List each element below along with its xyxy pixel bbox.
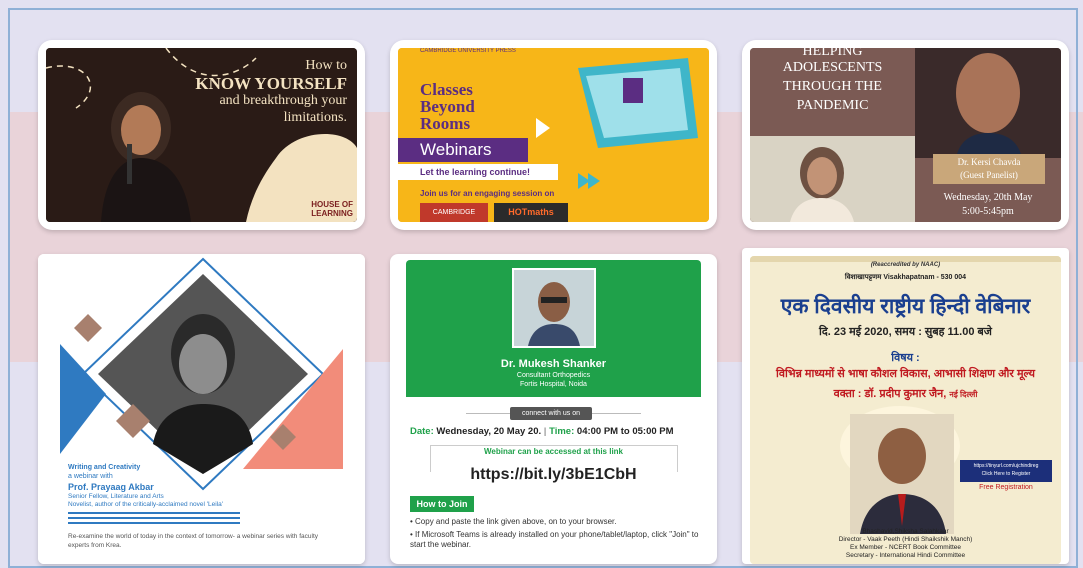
webinar-card-writing-creativity[interactable]: Writing and Creativity a webinar with Pr… bbox=[38, 254, 365, 564]
card3-time: 5:00-5:45pm bbox=[962, 206, 1014, 217]
join-step2: • If Microsoft Teams is already installe… bbox=[410, 530, 699, 549]
how-to-join-badge: How to Join bbox=[410, 496, 474, 512]
publisher-label: CAMBRIDGE UNIVERSITY PRESS bbox=[420, 48, 516, 54]
naac-text: (Reaccredited by NAAC) bbox=[870, 262, 941, 268]
card3-title-line3: THROUGH THE bbox=[783, 79, 882, 94]
card-image: Dr. Mukesh Shanker Consultant Orthopedic… bbox=[406, 260, 701, 564]
time-value: 04:00 PM to 05:00 PM bbox=[576, 426, 674, 437]
register-url: https://tinyurl.com/ujchindireg bbox=[973, 463, 1039, 469]
doctor-name: Dr. Mukesh Shanker bbox=[500, 358, 607, 370]
time-label: Time: bbox=[549, 426, 575, 437]
speaker-line: वक्ता : डॉ. प्रदीप कुमार जैन, नई दिल्ली bbox=[750, 386, 1061, 401]
topic-label: विषय : bbox=[891, 352, 920, 364]
speaker-city: नई दिल्ली bbox=[949, 390, 978, 399]
panelist-caption: Dr. Kersi Chavda (Guest Panelist) bbox=[933, 154, 1045, 184]
card-image: HELPING ADOLESCENTS THROUGH THE PANDEMIC… bbox=[750, 48, 1061, 222]
panelist-name: Dr. Kersi Chavda bbox=[957, 157, 1021, 167]
date-label: Date: bbox=[410, 426, 434, 437]
house-of-learning-logo: HOUSE OF LEARNING bbox=[311, 200, 353, 218]
card-image: Writing and Creativity a webinar with Pr… bbox=[38, 254, 365, 564]
footer3: Ex Member - NCERT Book Committee bbox=[849, 544, 961, 551]
hotmaths-logo: HOTmaths bbox=[494, 203, 568, 222]
card4-heading: Writing and Creativity bbox=[68, 464, 141, 471]
speaker-text: वक्ता : डॉ. प्रदीप कुमार जैन, bbox=[833, 388, 947, 400]
card2-title-line3: Rooms bbox=[420, 114, 471, 133]
date-row: Date: Wednesday, 20 May 20. | Time: 04:0… bbox=[410, 426, 674, 437]
doctor-hospital: Fortis Hospital, Noida bbox=[520, 381, 587, 388]
webinar-card-hindi-webinar[interactable]: (Reaccredited by NAAC) विशाखापट्टणम Visa… bbox=[742, 248, 1069, 564]
panelist-role: (Guest Panelist) bbox=[960, 170, 1018, 180]
webinar-card-helping-adolescents[interactable]: HELPING ADOLESCENTS THROUGH THE PANDEMIC… bbox=[742, 40, 1069, 230]
free-registration: Free Registration bbox=[979, 484, 1033, 491]
webinar-link[interactable]: https://bit.ly/3bE1CbH bbox=[406, 466, 701, 484]
join-step1: • Copy and paste the link given above, o… bbox=[410, 517, 617, 526]
card1-line4: limitations. bbox=[283, 110, 347, 125]
city-text: विशाखापट्टणम Visakhapatnam - 530 004 bbox=[844, 274, 967, 281]
card3-date: Wednesday, 20th May bbox=[943, 192, 1033, 203]
card3-title-line4: PANDEMIC bbox=[796, 98, 869, 113]
register-click: Click Here to Register bbox=[981, 471, 1031, 477]
footer4: Secretary - International Hindi Committe… bbox=[845, 552, 966, 559]
card4-role2: Novelist, author of the critically-accla… bbox=[68, 501, 223, 508]
register-box[interactable]: https://tinyurl.com/ujchindireg Click He… bbox=[960, 460, 1052, 482]
card1-line1: How to bbox=[305, 58, 347, 73]
card3-title-line2: ADOLESCENTS bbox=[782, 60, 883, 75]
webinars-banner: Webinars bbox=[398, 138, 528, 162]
cambridge-logo: CAMBRIDGE bbox=[420, 203, 488, 222]
access-text: Webinar can be accessed at this link bbox=[483, 447, 624, 456]
date-value: Wednesday, 20 May 20. bbox=[436, 426, 542, 437]
doctor-specialty: Consultant Orthopedics bbox=[516, 372, 591, 379]
doctor-photo bbox=[512, 268, 596, 348]
card-image: (Reaccredited by NAAC) विशाखापट्टणम Visa… bbox=[750, 256, 1061, 564]
card4-speaker: Prof. Prayaag Akbar bbox=[68, 482, 154, 492]
hindi-title: एक दिवसीय राष्ट्रीय हिन्दी वेबिनार bbox=[780, 295, 1031, 318]
card4-subheading: a webinar with bbox=[68, 473, 113, 480]
card-image: How to KNOW YOURSELF and breakthrough yo… bbox=[46, 48, 357, 222]
card4-role1: Senior Fellow, Literature and Arts bbox=[68, 493, 164, 500]
footer2: Director - Vaak Peeth (Hindi Shaikshik M… bbox=[838, 536, 973, 543]
card1-line2: KNOW YOURSELF bbox=[195, 74, 347, 93]
card-image: CAMBRIDGE UNIVERSITY PRESS Classes Beyon… bbox=[398, 48, 709, 222]
topic-text: विभिन्न माध्यमों से भाषा कौशल विकास, आभा… bbox=[776, 368, 1035, 380]
webinar-card-classes-beyond-rooms[interactable]: CAMBRIDGE UNIVERSITY PRESS Classes Beyon… bbox=[390, 40, 717, 230]
webinar-card-mukesh-shanker[interactable]: Dr. Mukesh Shanker Consultant Orthopedic… bbox=[390, 254, 717, 564]
card1-line3: and breakthrough your bbox=[219, 93, 347, 108]
card3-title-line1: HELPING bbox=[802, 48, 863, 59]
hindi-date-line: दि. 23 मई 2020, समय : सुबह 11.00 बजे bbox=[819, 326, 992, 338]
footer1: Bhashavid,Shiksha Salahkaar bbox=[862, 528, 949, 535]
learning-ribbon: Let the learning continue! bbox=[398, 164, 558, 180]
join-session-text: Join us for an engaging session on bbox=[420, 189, 555, 198]
connect-badge: connect with us on bbox=[510, 407, 592, 420]
webinar-card-know-yourself[interactable]: How to KNOW YOURSELF and breakthrough yo… bbox=[38, 40, 365, 230]
card4-description: Re-examine the world of today in the con… bbox=[68, 533, 319, 549]
